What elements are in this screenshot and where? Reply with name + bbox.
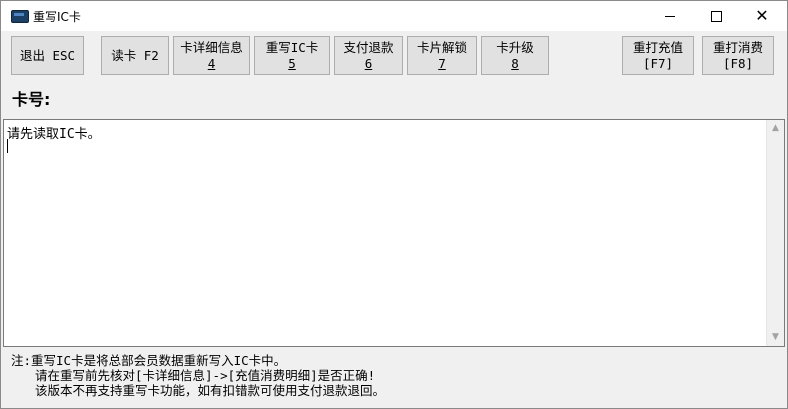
reprint-consume-shortcut: [F8] [722, 56, 754, 71]
card-detail-shortcut: 4 [207, 56, 216, 71]
app-window: 重写IC卡 ✕ 退出 ESC 读卡 F2 卡详细信息 4 重写IC卡 5 支付退… [0, 0, 788, 409]
card-icon [11, 10, 29, 23]
minimize-icon [665, 15, 675, 17]
unlock-card-button[interactable]: 卡片解锁 7 [407, 36, 477, 75]
reprint-recharge-button[interactable]: 重打充值 [F7] [622, 36, 694, 75]
refund-button[interactable]: 支付退款 6 [334, 36, 403, 75]
title-bar: 重写IC卡 ✕ [1, 1, 787, 31]
unlock-shortcut: 7 [438, 56, 446, 71]
maximize-button[interactable] [693, 1, 739, 31]
window-title: 重写IC卡 [33, 10, 81, 24]
reprint-recharge-label: 重打充值 [632, 40, 683, 55]
maximize-icon [710, 10, 722, 22]
unlock-label: 卡片解锁 [416, 40, 467, 55]
info-text: 请先读取IC卡。 [7, 127, 101, 142]
exit-label: 退出 ESC [19, 48, 76, 63]
reprint-consume-button[interactable]: 重打消费 [F8] [702, 36, 774, 75]
note-line-2: 请在重写前先核对[卡详细信息]->[充值消费明细]是否正确! [35, 368, 376, 383]
card-detail-button[interactable]: 卡详细信息 4 [173, 36, 250, 75]
refund-label: 支付退款 [343, 40, 394, 55]
upgrade-shortcut: 8 [511, 56, 519, 71]
rewrite-card-button[interactable]: 重写IC卡 5 [254, 36, 330, 75]
reprint-recharge-shortcut: [F7] [642, 56, 674, 71]
scroll-up-arrow-icon[interactable]: ▲ [767, 120, 784, 137]
info-textarea[interactable]: 请先读取IC卡。 ▲ ▼ [3, 119, 785, 347]
refund-shortcut: 6 [364, 56, 373, 71]
rewrite-shortcut: 5 [288, 56, 296, 71]
reprint-consume-label: 重打消费 [712, 40, 763, 55]
minimize-button[interactable] [647, 1, 693, 31]
vertical-scrollbar[interactable]: ▲ ▼ [766, 120, 784, 346]
exit-button[interactable]: 退出 ESC [11, 36, 84, 75]
card-number-label: 卡号: [12, 90, 51, 109]
upgrade-label: 卡升级 [496, 40, 534, 55]
rewrite-label: 重写IC卡 [265, 40, 319, 55]
read-label: 读卡 F2 [111, 48, 159, 63]
text-caret [7, 139, 8, 153]
close-button[interactable]: ✕ [739, 1, 785, 31]
read-card-button[interactable]: 读卡 F2 [101, 36, 169, 75]
scroll-down-arrow-icon[interactable]: ▼ [767, 329, 784, 346]
note-line-3: 该版本不再支持重写卡功能，如有扣错款可使用支付退款退回。 [35, 383, 386, 398]
card-detail-label: 卡详细信息 [180, 40, 243, 55]
close-icon: ✕ [755, 6, 769, 25]
upgrade-card-button[interactable]: 卡升级 8 [481, 36, 549, 75]
notes-block: 注:重写IC卡是将总部会员数据重新写入IC卡中。 请在重写前先核对[卡详细信息]… [11, 353, 385, 398]
note-line-1: 注:重写IC卡是将总部会员数据重新写入IC卡中。 [11, 353, 287, 368]
